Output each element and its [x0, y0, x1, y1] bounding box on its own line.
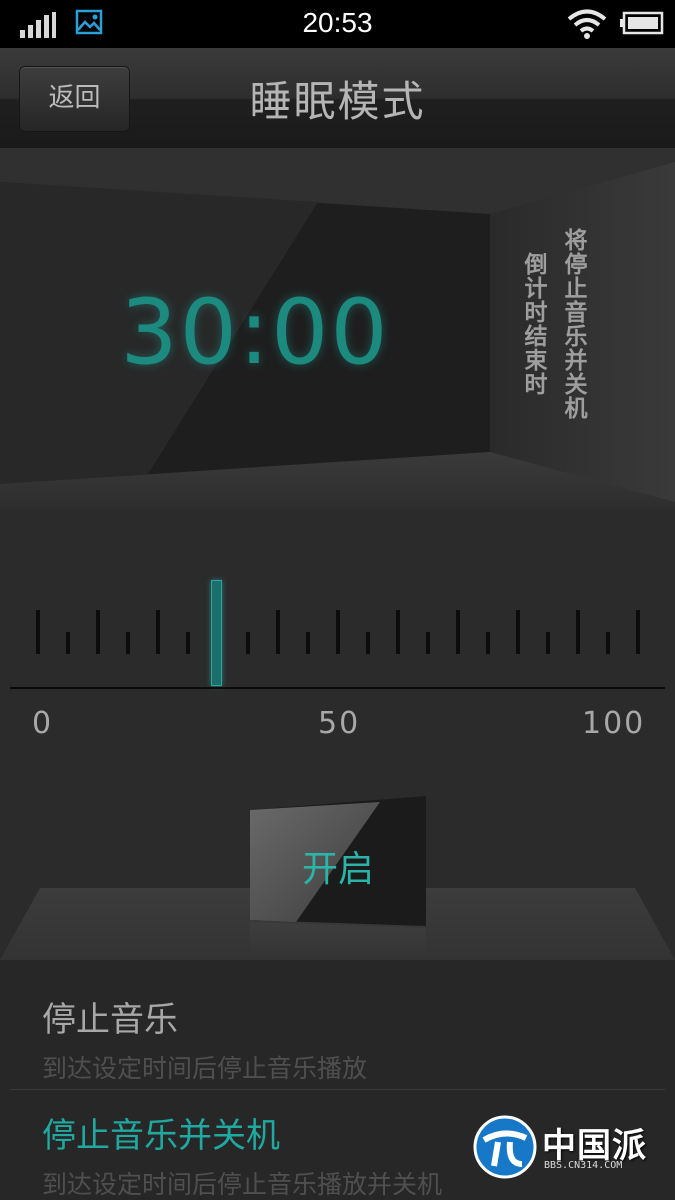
start-label: 开启 — [301, 849, 374, 890]
watermark-sub: BBS.CN314.COM — [544, 1160, 623, 1171]
slider-tick — [306, 632, 310, 654]
slider-tick — [636, 610, 640, 654]
slider-handle[interactable] — [211, 580, 222, 686]
slider-tick — [126, 632, 130, 654]
page-title: 睡眠模式 — [249, 77, 426, 126]
slider-ticks — [0, 560, 675, 690]
slider-tick — [426, 632, 430, 654]
side-text-line1: 将停止音乐并关机 — [560, 228, 586, 420]
slider-tick — [396, 610, 400, 654]
slider-tick — [66, 632, 70, 654]
slider-tick — [336, 610, 340, 654]
watermark-logo-icon — [473, 1115, 537, 1179]
option-stop-music-shutdown[interactable]: 停止音乐并关机 到达设定时间后停止音乐播放并关机 — [42, 1108, 442, 1200]
start-button[interactable]: 开启 — [250, 796, 426, 926]
divider — [10, 1089, 665, 1090]
status-bar: 20:53 — [0, 0, 675, 48]
scale-label-mid: 50 — [318, 706, 361, 741]
battery-icon — [620, 11, 664, 35]
side-text-line2: 倒计时结束时 — [520, 252, 546, 396]
slider-tick — [276, 610, 280, 654]
slider-track — [10, 687, 665, 689]
scale-label-min: 0 — [32, 706, 54, 741]
option-description: 到达设定时间后停止音乐播放并关机 — [42, 1170, 443, 1199]
slider-tick — [246, 632, 250, 654]
watermark: 中国派 BBS.CN314.COM — [472, 1110, 672, 1200]
wifi-icon — [567, 9, 607, 39]
scale-label-max: 100 — [582, 706, 646, 741]
slider-tick — [516, 610, 520, 654]
slider-tick — [36, 610, 40, 654]
slider-tick — [546, 632, 550, 654]
slider-tick — [366, 632, 370, 654]
timer-slider[interactable]: 0 50 100 — [0, 560, 675, 760]
option-description: 到达设定时间后停止音乐播放 — [42, 1054, 368, 1083]
slider-tick — [606, 632, 610, 654]
option-title: 停止音乐并关机 — [42, 1116, 280, 1156]
slider-tick — [96, 610, 100, 654]
slider-tick — [576, 610, 580, 654]
slider-tick — [186, 632, 190, 654]
timer-display: 30:00 — [120, 280, 390, 385]
slider-tick — [486, 632, 490, 654]
slider-tick — [456, 610, 460, 654]
option-title: 停止音乐 — [42, 1000, 178, 1040]
option-stop-music[interactable]: 停止音乐 到达设定时间后停止音乐播放 — [42, 992, 367, 1085]
title-bar: 返回 睡眠模式 — [0, 48, 675, 148]
slider-tick — [156, 610, 160, 654]
timer-room: 30:00 将停止音乐并关机 倒计时结束时 — [0, 148, 675, 508]
